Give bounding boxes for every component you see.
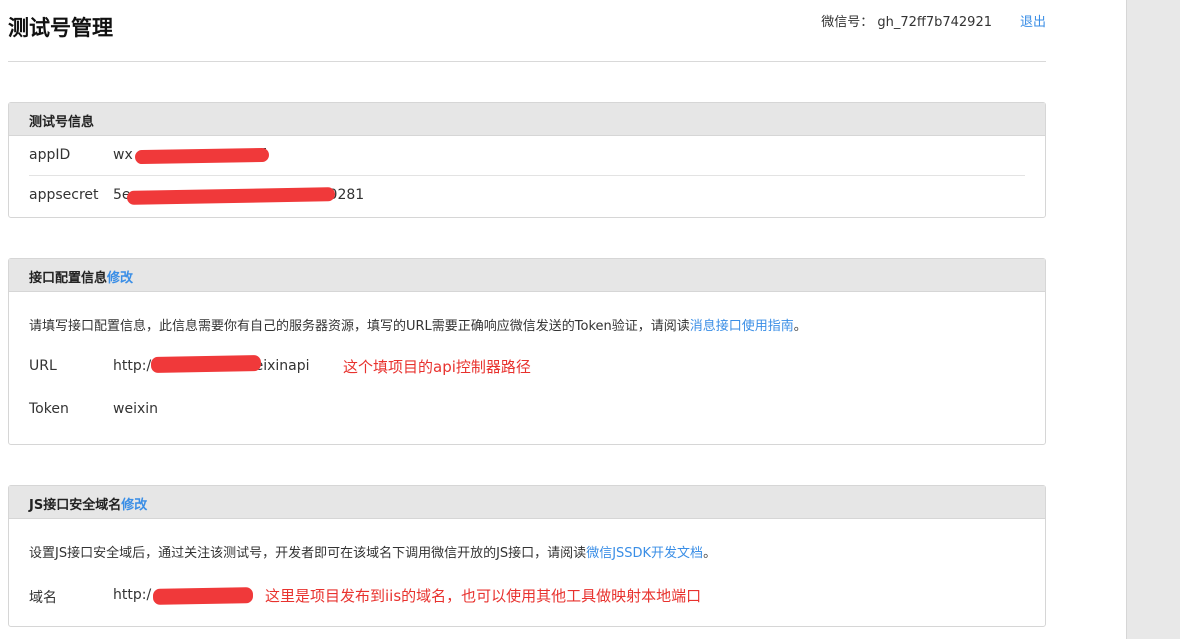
account-id: gh_72ff7b742921 xyxy=(877,15,992,30)
url-annotation: 这个填项目的api控制器路径 xyxy=(343,358,531,376)
appid-label: appID xyxy=(29,147,71,163)
token-row: Token weixin xyxy=(29,390,1025,434)
jssdk-doc-link[interactable]: 微信JSSDK开发文档 xyxy=(586,546,703,561)
url-row: URL http:/weixinapi 这个填项目的api控制器路径 xyxy=(29,344,1025,390)
js-domain-panel: JS接口安全域名修改 设置JS接口安全域后，通过关注该测试号，开发者即可在该域名… xyxy=(8,485,1046,627)
js-domain-description: 设置JS接口安全域后，通过关注该测试号，开发者即可在该域名下调用微信开放的JS接… xyxy=(29,546,717,561)
panel-title: JS接口安全域名 xyxy=(29,498,122,513)
page-title: 测试号管理 xyxy=(8,16,113,40)
url-redaction xyxy=(150,355,262,373)
token-label: Token xyxy=(29,401,69,417)
page-header: 测试号管理 微信号： gh_72ff7b742921 退出 xyxy=(8,0,1046,62)
test-account-panel: 测试号信息 appID wxf appsecret 5e0281 xyxy=(8,102,1046,218)
domain-redaction xyxy=(152,587,254,605)
account-info: 微信号： gh_72ff7b742921 xyxy=(821,11,992,30)
panel-header: JS接口安全域名修改 xyxy=(9,486,1045,519)
edit-interface-link[interactable]: 修改 xyxy=(107,271,133,286)
interface-config-panel: 接口配置信息修改 请填写接口配置信息，此信息需要你有自己的服务器资源，填写的UR… xyxy=(8,258,1046,445)
panel-header: 接口配置信息修改 xyxy=(9,259,1045,292)
token-value: weixin xyxy=(113,401,159,417)
account-label: 微信号： xyxy=(821,15,874,30)
appid-redaction xyxy=(134,147,270,165)
domain-row: 域名 http:/cc 这里是项目发布到iis的域名，也可以使用其他工具做映射本… xyxy=(29,573,1025,619)
interface-description: 请填写接口配置信息，此信息需要你有自己的服务器资源，填写的URL需要正确响应微信… xyxy=(29,319,807,334)
domain-label: 域名 xyxy=(29,590,57,606)
appsecret-row: appsecret 5e 0281 xyxy=(29,176,1025,216)
panel-title: 测试号信息 xyxy=(9,103,1045,136)
main-content: 测试号管理 微信号： gh_72ff7b742921 退出 xyxy=(8,0,1046,62)
domain-annotation: 这里是项目发布到iis的域名，也可以使用其他工具做映射本地端口 xyxy=(265,587,702,605)
edit-js-domain-link[interactable]: 修改 xyxy=(121,498,147,513)
scrollbar-track[interactable] xyxy=(1126,0,1180,639)
message-guide-link[interactable]: 消息接口使用指南 xyxy=(690,319,794,334)
logout-link[interactable]: 退出 xyxy=(1020,11,1046,30)
appid-row: appID wxf xyxy=(29,136,1025,176)
url-label: URL xyxy=(29,358,57,374)
panel-title: 接口配置信息 xyxy=(29,271,108,286)
appsecret-label: appsecret xyxy=(29,187,99,203)
